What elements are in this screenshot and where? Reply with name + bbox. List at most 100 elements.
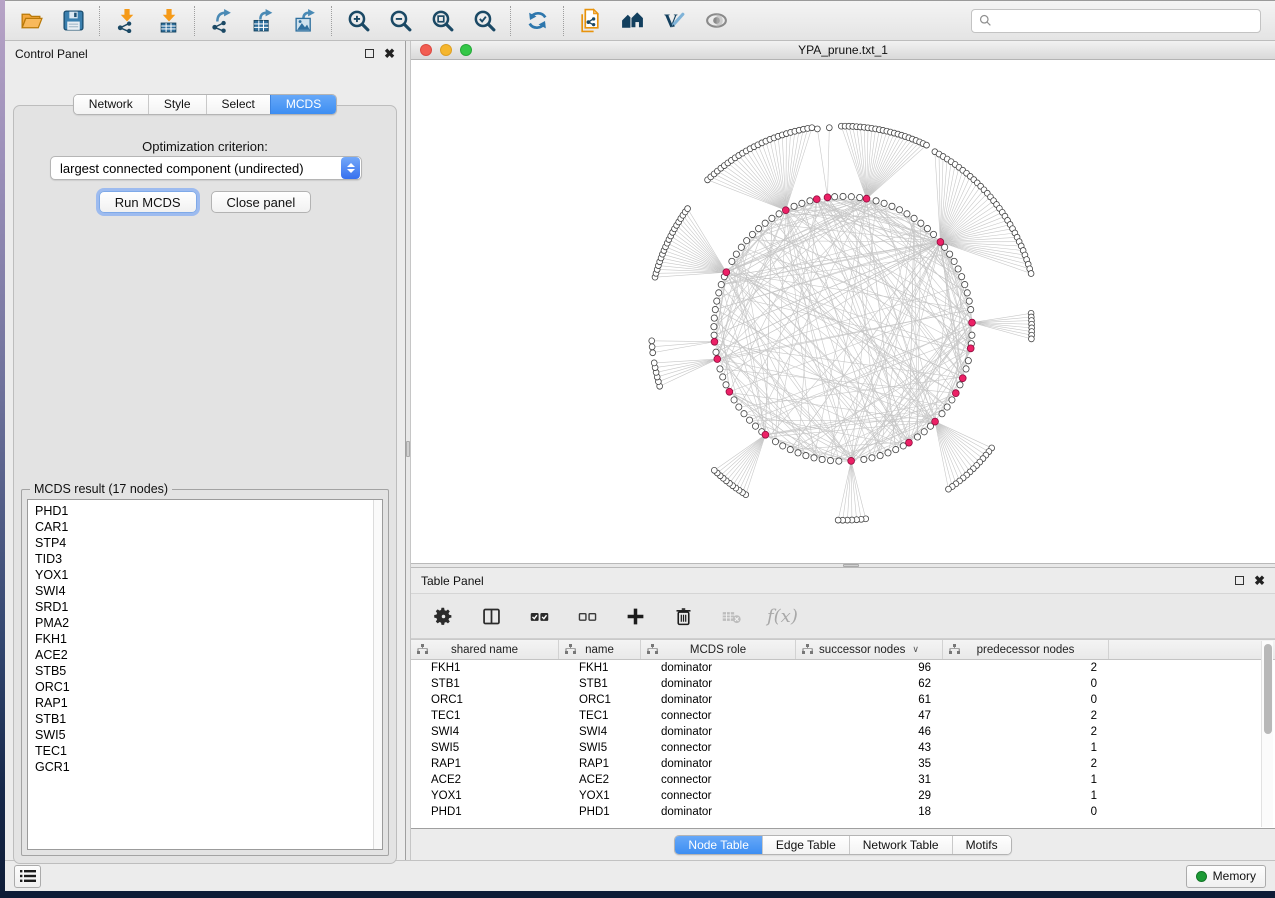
- mcds-result-item[interactable]: SRD1: [35, 599, 373, 615]
- table-row[interactable]: FKH1FKH1dominator962: [411, 660, 1275, 676]
- mcds-result-item[interactable]: ACE2: [35, 647, 373, 663]
- table-row[interactable]: ACE2ACE2connector311: [411, 772, 1275, 788]
- node-table: shared namenameMCDS rolesuccessor nodes∨…: [411, 639, 1275, 829]
- table-tab-motifs[interactable]: Motifs: [952, 836, 1011, 854]
- run-mcds-button[interactable]: Run MCDS: [99, 191, 197, 213]
- mcds-result-item[interactable]: GCR1: [35, 759, 373, 775]
- mcds-result-item[interactable]: PMA2: [35, 615, 373, 631]
- table-scrollbar[interactable]: [1261, 641, 1273, 827]
- main-toolbar: V: [5, 1, 1275, 41]
- column-header-name[interactable]: name: [559, 640, 641, 659]
- table-row[interactable]: ORC1ORC1dominator610: [411, 692, 1275, 708]
- table-row[interactable]: STB1STB1dominator620: [411, 676, 1275, 692]
- hide-selected-icon[interactable]: [702, 7, 730, 35]
- columns-icon[interactable]: [479, 604, 503, 628]
- control-panel: Control Panel ✖ NetworkStyleSelectMCDS O…: [5, 41, 405, 860]
- open-folder-icon[interactable]: [17, 7, 45, 35]
- cell-predecessor_nodes: 1: [943, 790, 1109, 802]
- show-panels-list-button[interactable]: [14, 865, 41, 888]
- tab-select[interactable]: Select: [206, 95, 270, 114]
- export-image-icon[interactable]: [291, 7, 319, 35]
- float-panel-icon[interactable]: [1235, 576, 1244, 585]
- delete-row-icon[interactable]: [671, 604, 695, 628]
- float-panel-icon[interactable]: [365, 49, 374, 58]
- cell-name: ACE2: [559, 774, 641, 786]
- cell-name: RAP1: [559, 758, 641, 770]
- mcds-result-item[interactable]: TID3: [35, 551, 373, 567]
- add-row-icon[interactable]: [623, 604, 647, 628]
- table-row[interactable]: SWI5SWI5connector431: [411, 740, 1275, 756]
- mcds-result-item[interactable]: CAR1: [35, 519, 373, 535]
- scrollbar-thumb[interactable]: [1264, 644, 1272, 734]
- tab-style[interactable]: Style: [148, 95, 206, 114]
- mcds-result-item[interactable]: STP4: [35, 535, 373, 551]
- splitter-grip[interactable]: [843, 564, 859, 567]
- search-field[interactable]: [997, 14, 1253, 28]
- close-panel-icon[interactable]: ✖: [384, 49, 395, 58]
- cell-name: YOX1: [559, 790, 641, 802]
- mcds-result-item[interactable]: SWI4: [35, 583, 373, 599]
- table-tab-node-table[interactable]: Node Table: [675, 836, 762, 854]
- table-tab-edge-table[interactable]: Edge Table: [762, 836, 849, 854]
- delete-table-icon[interactable]: [719, 604, 743, 628]
- close-panel-button[interactable]: Close panel: [211, 191, 312, 213]
- table-tab-network-table[interactable]: Network Table: [849, 836, 952, 854]
- save-icon[interactable]: [59, 7, 87, 35]
- cell-shared_name: FKH1: [411, 662, 559, 674]
- import-table-icon[interactable]: [154, 7, 182, 35]
- column-header-MCDS-role[interactable]: MCDS role: [641, 640, 796, 659]
- tab-network[interactable]: Network: [74, 95, 148, 114]
- column-header-predecessor-nodes[interactable]: predecessor nodes: [943, 640, 1109, 659]
- table-row[interactable]: SWI4SWI4dominator462: [411, 724, 1275, 740]
- cell-predecessor_nodes: 2: [943, 662, 1109, 674]
- close-panel-icon[interactable]: ✖: [1254, 576, 1265, 585]
- home-icon[interactable]: [618, 7, 646, 35]
- column-attribute-icon: [802, 644, 813, 655]
- memory-button[interactable]: Memory: [1186, 865, 1266, 888]
- mcds-result-item[interactable]: ORC1: [35, 679, 373, 695]
- new-network-from-selection-icon[interactable]: [576, 7, 604, 35]
- splitter-grip[interactable]: [406, 441, 410, 457]
- mcds-result-item[interactable]: FKH1: [35, 631, 373, 647]
- column-header-successor-nodes[interactable]: successor nodes∨: [796, 640, 943, 659]
- settings-gear-icon[interactable]: [431, 604, 455, 628]
- mcds-result-item[interactable]: TEC1: [35, 743, 373, 759]
- table-row[interactable]: TEC1TEC1connector472: [411, 708, 1275, 724]
- control-panel-header: Control Panel ✖: [5, 41, 405, 66]
- mcds-list-scrollbar[interactable]: [373, 500, 382, 849]
- zoom-out-icon[interactable]: [386, 7, 414, 35]
- mcds-result-item[interactable]: YOX1: [35, 567, 373, 583]
- export-table-icon[interactable]: [249, 7, 277, 35]
- zoom-selected-icon[interactable]: [470, 7, 498, 35]
- network-canvas[interactable]: [411, 60, 1275, 563]
- table-row[interactable]: RAP1RAP1dominator352: [411, 756, 1275, 772]
- refresh-icon[interactable]: [523, 7, 551, 35]
- table-row[interactable]: YOX1YOX1connector291: [411, 788, 1275, 804]
- table-row[interactable]: PHD1PHD1dominator180: [411, 804, 1275, 820]
- horizontal-splitter[interactable]: [411, 563, 1275, 568]
- import-network-icon[interactable]: [112, 7, 140, 35]
- select-all-icon[interactable]: [527, 604, 551, 628]
- deselect-all-icon[interactable]: [575, 604, 599, 628]
- zoom-fit-icon[interactable]: [428, 7, 456, 35]
- cell-predecessor_nodes: 2: [943, 758, 1109, 770]
- optimization-criterion-select[interactable]: largest connected component (undirected): [50, 156, 362, 180]
- mcds-result-item[interactable]: SWI5: [35, 727, 373, 743]
- cell-shared_name: TEC1: [411, 710, 559, 722]
- mcds-result-item[interactable]: STB5: [35, 663, 373, 679]
- network-window-titlebar[interactable]: YPA_prune.txt_1: [411, 41, 1275, 60]
- cell-predecessor_nodes: 2: [943, 726, 1109, 738]
- search-input[interactable]: [971, 9, 1261, 33]
- mcds-result-item[interactable]: STB1: [35, 711, 373, 727]
- mcds-result-list[interactable]: PHD1CAR1STP4TID3YOX1SWI4SRD1PMA2FKH1ACE2…: [27, 499, 383, 850]
- tab-mcds[interactable]: MCDS: [270, 95, 336, 114]
- cell-successor_nodes: 29: [796, 790, 943, 802]
- function-builder-icon[interactable]: f(x): [767, 606, 798, 627]
- vizmapper-icon[interactable]: V: [660, 7, 688, 35]
- mcds-result-item[interactable]: RAP1: [35, 695, 373, 711]
- column-header-shared-name[interactable]: shared name: [411, 640, 559, 659]
- select-stepper-icon: [341, 157, 360, 179]
- mcds-result-item[interactable]: PHD1: [35, 503, 373, 519]
- export-network-icon[interactable]: [207, 7, 235, 35]
- zoom-in-icon[interactable]: [344, 7, 372, 35]
